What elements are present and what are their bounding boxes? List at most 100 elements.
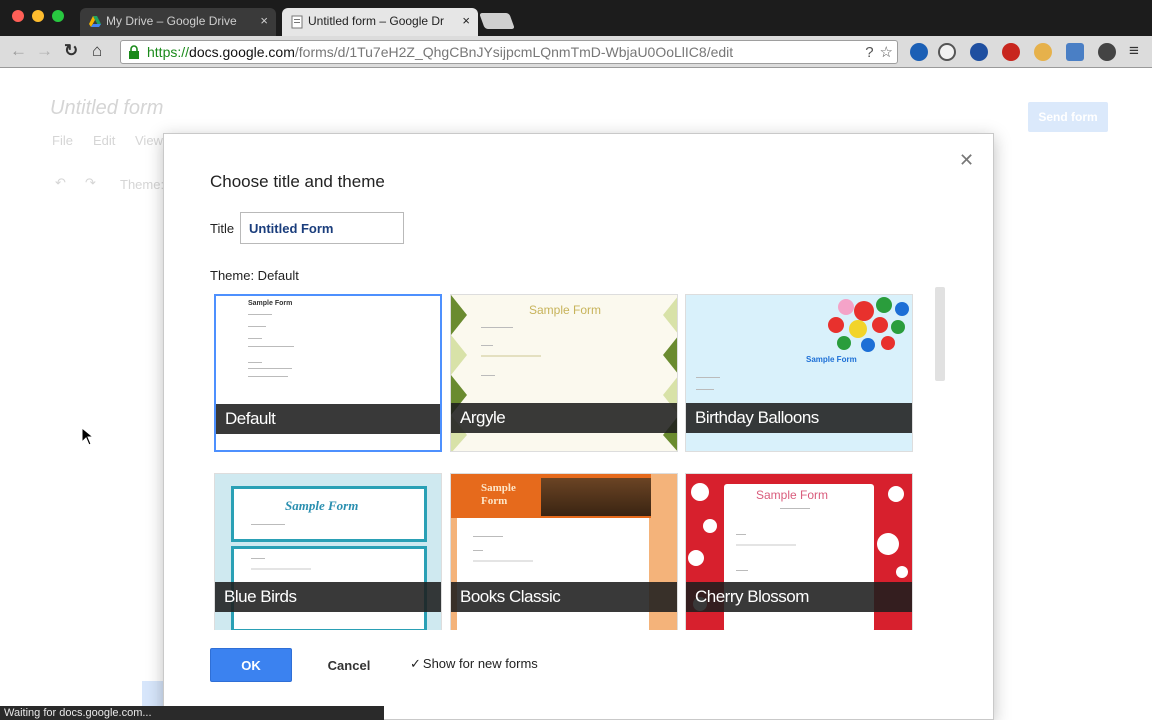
status-bar: Waiting for docs.google.com... — [0, 706, 384, 720]
tab-title: Untitled form – Google Dr — [308, 14, 445, 28]
theme-name: Default — [216, 404, 440, 434]
title-input[interactable] — [240, 212, 404, 244]
form-line — [696, 377, 720, 378]
zoom-window-button[interactable] — [52, 10, 64, 22]
title-label: Title — [210, 221, 235, 236]
new-tab-button[interactable] — [479, 13, 515, 29]
menu-file: File — [52, 133, 73, 148]
form-line — [780, 508, 810, 509]
show-for-new-forms-label: Show for new forms — [422, 656, 538, 671]
theme-sample-title: Sample Form — [481, 482, 516, 507]
cancel-button[interactable]: Cancel — [314, 648, 384, 682]
url-host: docs.google.com — [189, 44, 295, 60]
url-scheme: https:// — [147, 44, 190, 60]
google-forms-icon — [291, 15, 303, 29]
books-page — [457, 518, 649, 630]
extension-bird-icon[interactable] — [1034, 43, 1052, 61]
theme-name: Argyle — [451, 403, 677, 433]
close-icon[interactable]: ✕ — [959, 150, 974, 171]
theme-card-argyle[interactable]: Sample Form Argyle — [450, 294, 678, 452]
checkmark-icon: ✓ — [410, 656, 421, 671]
extension-timer-icon[interactable] — [970, 43, 988, 61]
theme-gallery-scrollbar[interactable] — [935, 287, 945, 381]
theme-card-birthday-balloons[interactable]: Sample Form Birthday Balloons — [685, 294, 913, 452]
close-window-button[interactable] — [12, 10, 24, 22]
url-path: /forms/d/1Tu7eH2Z_QhgCBnJYsijpcmLQnmTmD-… — [294, 44, 734, 60]
theme-name: Birthday Balloons — [686, 403, 912, 433]
theme-sample-title: Sample Form — [806, 355, 857, 364]
theme-card-books-classic[interactable]: Sample Form Books Classic — [450, 473, 678, 630]
form-line — [248, 376, 288, 377]
browser-toolbar: ← → ↻ ⌂ https://docs.google.com/forms/d/… — [0, 36, 1152, 68]
send-form-button: Send form — [1028, 102, 1108, 132]
address-bar[interactable]: https://docs.google.com/forms/d/1Tu7eH2Z… — [120, 40, 898, 64]
theme-toolbar-label: Theme: — [120, 177, 165, 192]
theme-name: Blue Birds — [215, 582, 441, 612]
form-line — [251, 558, 265, 559]
close-tab-icon[interactable]: × — [260, 13, 268, 28]
theme-sample-title: Sample Form — [529, 303, 602, 317]
form-line — [248, 338, 262, 339]
doc-title: Untitled form — [50, 97, 164, 119]
close-tab-icon[interactable]: × — [462, 13, 470, 28]
form-line — [248, 362, 262, 363]
theme-sample-title: Sample Form — [756, 488, 829, 502]
extension-people-icon[interactable] — [910, 43, 928, 61]
help-icon[interactable]: ? — [865, 44, 873, 61]
form-line — [248, 368, 292, 369]
redo-icon: ↷ — [85, 175, 96, 190]
dialog-heading: Choose title and theme — [210, 172, 385, 191]
form-line — [251, 568, 311, 570]
forward-arrow-icon[interactable]: → — [36, 41, 53, 61]
form-line — [251, 524, 285, 525]
form-line — [481, 345, 493, 346]
browser-tab-bar: My Drive – Google Drive × Untitled form … — [0, 0, 1152, 36]
form-line — [473, 550, 483, 551]
theme-sample-title: Sample Form — [248, 300, 293, 307]
reload-icon[interactable]: ↻ — [64, 41, 78, 61]
books-image — [541, 478, 651, 516]
mouse-cursor-icon — [82, 428, 94, 446]
tab-untitled-form[interactable]: Untitled form – Google Dr × — [282, 8, 478, 36]
form-line — [248, 326, 266, 327]
form-line — [248, 346, 294, 347]
menu-view: View — [135, 133, 163, 148]
form-line — [696, 389, 714, 390]
form-line — [248, 314, 272, 315]
extension-clock-icon[interactable] — [938, 43, 956, 61]
theme-gallery[interactable]: Sample Form Default Sample Form Argyle S… — [210, 292, 950, 630]
extension-record-icon[interactable] — [1002, 43, 1020, 61]
tab-my-drive[interactable]: My Drive – Google Drive × — [80, 8, 276, 36]
show-for-new-forms-checkbox[interactable]: ✓ Show for new forms — [410, 656, 538, 672]
theme-card-cherry-blossom[interactable]: Sample Form Cherry Blossom — [685, 473, 913, 630]
extension-screen-icon[interactable] — [1066, 43, 1084, 61]
form-line — [481, 375, 495, 376]
theme-card-default[interactable]: Sample Form Default — [214, 294, 442, 452]
menu-icon[interactable]: ≡ — [1129, 41, 1139, 61]
form-line — [736, 544, 796, 546]
ok-button[interactable]: OK — [210, 648, 292, 682]
theme-name: Books Classic — [451, 582, 677, 612]
extension-camera-icon[interactable] — [1098, 43, 1116, 61]
theme-label: Theme: Default — [210, 268, 299, 283]
undo-icon: ↶ — [55, 175, 66, 190]
tab-title: My Drive – Google Drive — [106, 14, 237, 28]
bookmark-star-icon[interactable]: ☆ — [880, 44, 893, 61]
form-line — [473, 536, 503, 537]
form-line — [473, 560, 533, 562]
theme-card-blue-birds[interactable]: Sample Form Blue Birds — [214, 473, 442, 630]
lock-icon — [129, 45, 139, 59]
choose-title-theme-dialog: ✕ Choose title and theme Title Theme: De… — [163, 133, 994, 720]
menu-edit: Edit — [93, 133, 116, 148]
theme-name: Cherry Blossom — [686, 582, 912, 612]
home-icon[interactable]: ⌂ — [92, 41, 102, 61]
minimize-window-button[interactable] — [32, 10, 44, 22]
back-arrow-icon[interactable]: ← — [10, 41, 27, 61]
blue-birds-panel — [231, 486, 427, 542]
google-drive-icon — [89, 16, 101, 27]
form-line — [736, 570, 748, 571]
theme-sample-title: Sample Form — [285, 498, 359, 513]
form-line — [481, 327, 513, 328]
form-line — [736, 534, 746, 535]
form-line — [481, 355, 541, 357]
